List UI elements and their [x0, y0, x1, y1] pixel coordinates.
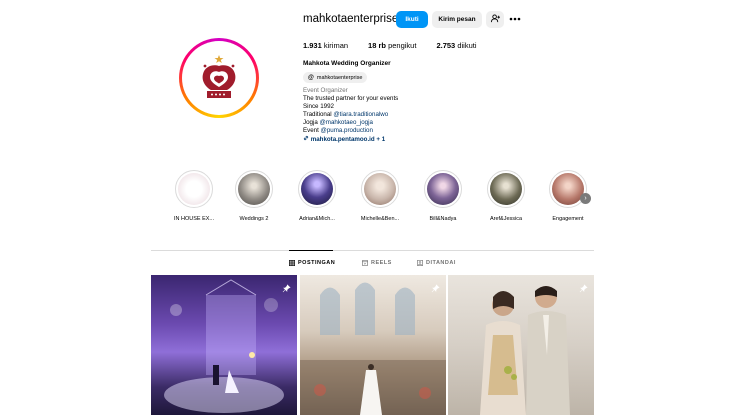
suggest-user-button[interactable] [486, 11, 504, 28]
post-image [480, 286, 570, 415]
highlight-cover [301, 173, 333, 205]
more-options-icon[interactable] [508, 13, 522, 25]
highlight-item[interactable]: Weddings 2 [228, 170, 280, 222]
follow-button[interactable]: Ikuti [396, 11, 428, 28]
profile-stats: 1.931 kiriman 18 rb pengikut 2.753 diiku… [303, 41, 497, 50]
send-message-button[interactable]: Kirim pesan [432, 11, 482, 28]
threads-handle: mahkotaenterprise [316, 74, 363, 81]
threads-icon: @ [308, 74, 314, 81]
profile-bio: Mahkota Wedding Organizer @ mahkotaenter… [303, 60, 503, 144]
mention-link[interactable]: @tiara.traditionalwo [333, 111, 388, 118]
highlight-label: Bill&Nadya [429, 216, 457, 222]
highlight-cover [364, 173, 396, 205]
crown-logo-icon [185, 44, 253, 112]
bio-line-jogja: Jogja @mahkotaeo_jogja [303, 119, 373, 126]
highlight-cover [178, 173, 210, 205]
tab-posts[interactable]: POSTINGAN [288, 259, 335, 267]
bio-line-traditional: Traditional @tiara.traditionalwo [303, 111, 389, 118]
posts-count: 1.931 kiriman [303, 41, 349, 50]
highlight-item[interactable]: Bill&Nadya [417, 170, 469, 222]
highlight-item[interactable]: IN HOUSE EX... [168, 170, 220, 222]
pinned-icon [431, 280, 440, 293]
tab-tagged[interactable]: DITANDAI [416, 259, 456, 267]
highlight-item[interactable]: Michelle&Ben... [354, 170, 406, 222]
post-image [300, 282, 446, 415]
chevron-right-icon[interactable]: › [580, 193, 591, 204]
highlight-label: Aref&Jessica [489, 216, 523, 222]
profile-full-name: Mahkota Wedding Organizer [303, 60, 391, 67]
highlight-item[interactable]: Adrian&Mich... [291, 170, 343, 222]
highlight-label: Engagement [552, 216, 584, 222]
mention-link[interactable]: @puma.production [321, 127, 373, 134]
highlight-label: Michelle&Ben... [360, 216, 400, 222]
story-highlights: IN HOUSE EX... Weddings 2 Adrian&Mich...… [168, 170, 598, 230]
post-thumbnail[interactable] [151, 275, 297, 415]
profile-avatar[interactable] [179, 38, 259, 118]
highlight-item[interactable]: Aref&Jessica [480, 170, 532, 222]
followers-count[interactable]: 18 rb pengikut [368, 41, 416, 50]
pinned-icon [579, 280, 588, 293]
threads-badge[interactable]: @ mahkotaenterprise [303, 72, 368, 83]
add-person-icon [490, 14, 500, 25]
profile-link[interactable]: mahkota.pentamoo.id + 1 [303, 135, 503, 144]
tabs-divider [151, 250, 594, 251]
following-count[interactable]: 2.753 diikuti [436, 41, 476, 50]
grid-icon [288, 259, 296, 267]
highlight-cover [490, 173, 522, 205]
profile-category: Event Organizer [303, 87, 348, 94]
active-tab-indicator [289, 250, 333, 251]
post-image [164, 279, 284, 413]
bio-line-event: Event @puma.production [303, 127, 373, 134]
reels-icon [361, 259, 369, 267]
pinned-icon [282, 280, 291, 293]
mention-link[interactable]: @mahkotaeo_jogja [320, 119, 373, 126]
post-thumbnail[interactable] [448, 275, 594, 415]
post-thumbnail[interactable] [300, 275, 446, 415]
link-icon [303, 135, 311, 143]
bio-line: The trusted partner for your events [303, 95, 399, 102]
tab-reels[interactable]: REELS [361, 259, 392, 267]
highlight-label: Adrian&Mich... [299, 216, 335, 222]
highlight-cover [238, 173, 270, 205]
highlight-label: Weddings 2 [239, 216, 269, 222]
profile-username: mahkotaenterprise [303, 13, 399, 25]
bio-line: Since 1992 [303, 103, 334, 110]
highlight-label: IN HOUSE EX... [173, 216, 215, 222]
highlight-cover [552, 173, 584, 205]
tagged-icon [416, 259, 424, 267]
highlight-cover [427, 173, 459, 205]
